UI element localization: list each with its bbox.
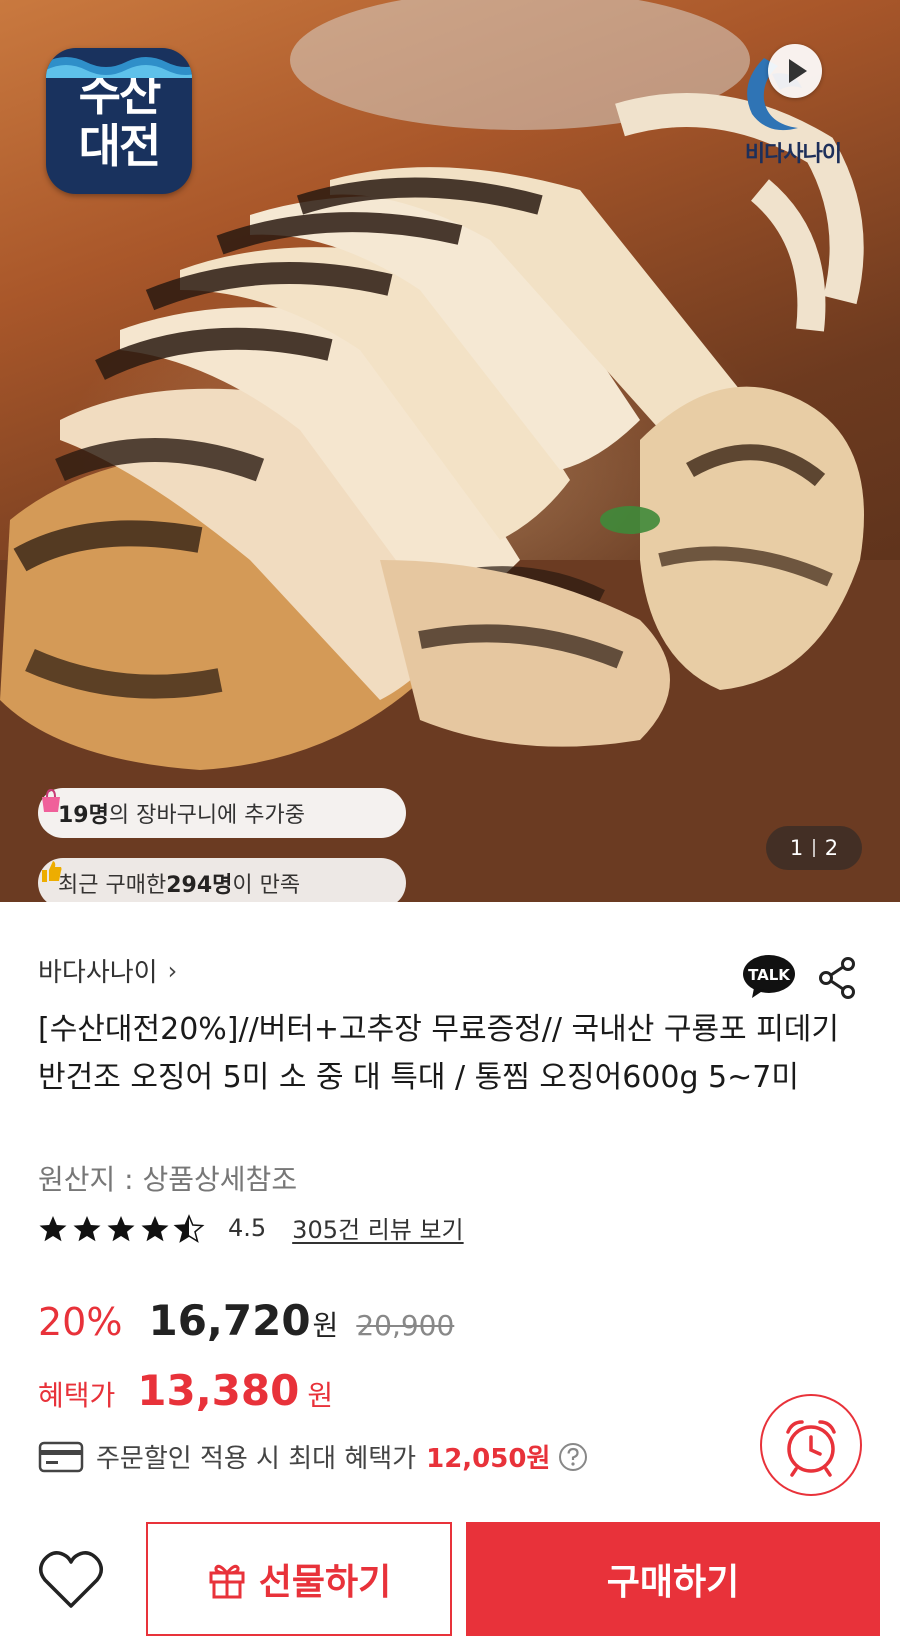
product-image-carousel[interactable]: 수산 대전 비다사나이 19명 의 장바구니에 추가중 최근 구매한 294명 … — [0, 0, 900, 902]
discount-rate: 20% — [38, 1300, 123, 1344]
gift-icon — [209, 1564, 245, 1599]
star-rating-icon — [39, 1214, 204, 1242]
sale-price: 16,720 — [148, 1296, 311, 1345]
heart-icon[interactable] — [36, 1548, 106, 1612]
alarm-clock-icon — [786, 1420, 836, 1477]
benefit-price-row: 혜택가 13,380 원 — [38, 1366, 333, 1415]
chevron-right-icon: › — [167, 956, 178, 985]
product-title: [수산대전20%]//버터+고추장 무료증정// 국내산 구룡포 피데기 반건조… — [38, 1012, 839, 1095]
cart-activity-badge: 19명 의 장바구니에 추가중 — [38, 788, 406, 838]
benefit-label: 혜택가 — [38, 1379, 116, 1412]
play-icon — [789, 59, 807, 83]
logo-text-line2: 대전 — [78, 119, 162, 173]
page-current: 1 — [789, 836, 804, 860]
brand-name: 비다사나이 — [744, 142, 842, 167]
cart-activity-text: 의 장바구니에 추가중 — [108, 803, 306, 828]
rating-row: 4.5 305건 리뷰 보기 — [38, 1210, 464, 1245]
pager-divider — [813, 839, 815, 857]
seller-link[interactable]: 바다사나이 › — [38, 952, 177, 989]
wave-icon — [46, 57, 192, 78]
coupon-max-price: 12,050원 — [426, 1444, 551, 1474]
coupon-benefit-row[interactable]: 주문할인 적용 시 최대 혜택가 12,050원 — [38, 1438, 588, 1475]
satisfaction-text-suffix: 이 만족 — [232, 873, 301, 898]
talk-label: TALK — [748, 966, 791, 984]
card-icon — [38, 1441, 84, 1472]
original-price: 20,900 — [356, 1309, 455, 1342]
price-alarm-button[interactable] — [760, 1394, 862, 1496]
fisheries-festival-logo: 수산 대전 — [46, 48, 192, 194]
satisfaction-count: 294명 — [166, 873, 233, 898]
thumbs-up-icon — [42, 861, 62, 882]
buy-button[interactable]: 구매하기 — [466, 1522, 880, 1636]
page-total: 2 — [824, 836, 839, 860]
cart-count: 19명 — [58, 803, 109, 828]
origin-info: 원산지 : 상품상세참조 — [38, 1163, 298, 1196]
bottom-action-bar: 선물하기 구매하기 — [0, 1518, 900, 1651]
help-icon[interactable] — [558, 1442, 588, 1472]
gift-button[interactable]: 선물하기 — [146, 1522, 452, 1636]
kakao-talk-button[interactable]: TALK — [742, 954, 796, 1000]
video-play-button[interactable] — [768, 44, 822, 98]
shopping-bag-icon — [42, 788, 60, 812]
reviews-link[interactable]: 305건 리뷰 보기 — [292, 1210, 463, 1245]
rating-score: 4.5 — [228, 1213, 267, 1242]
buy-button-label: 구매하기 — [606, 1562, 740, 1603]
share-icon[interactable] — [818, 956, 858, 1000]
benefit-price: 13,380 — [137, 1366, 300, 1415]
image-pager-indicator: 1 2 — [766, 826, 862, 870]
gift-button-label: 선물하기 — [258, 1562, 392, 1603]
currency-unit: 원 — [312, 1309, 339, 1342]
benefit-currency-unit: 원 — [307, 1379, 334, 1412]
coupon-text: 주문할인 적용 시 최대 혜택가 — [96, 1444, 417, 1474]
price-row: 20% 16,720 원 20,900 — [38, 1296, 454, 1345]
seller-name: 바다사나이 — [38, 958, 158, 988]
satisfaction-text-prefix: 최근 구매한 — [58, 873, 167, 898]
satisfaction-badge: 최근 구매한 294명 이 만족 — [38, 858, 406, 902]
